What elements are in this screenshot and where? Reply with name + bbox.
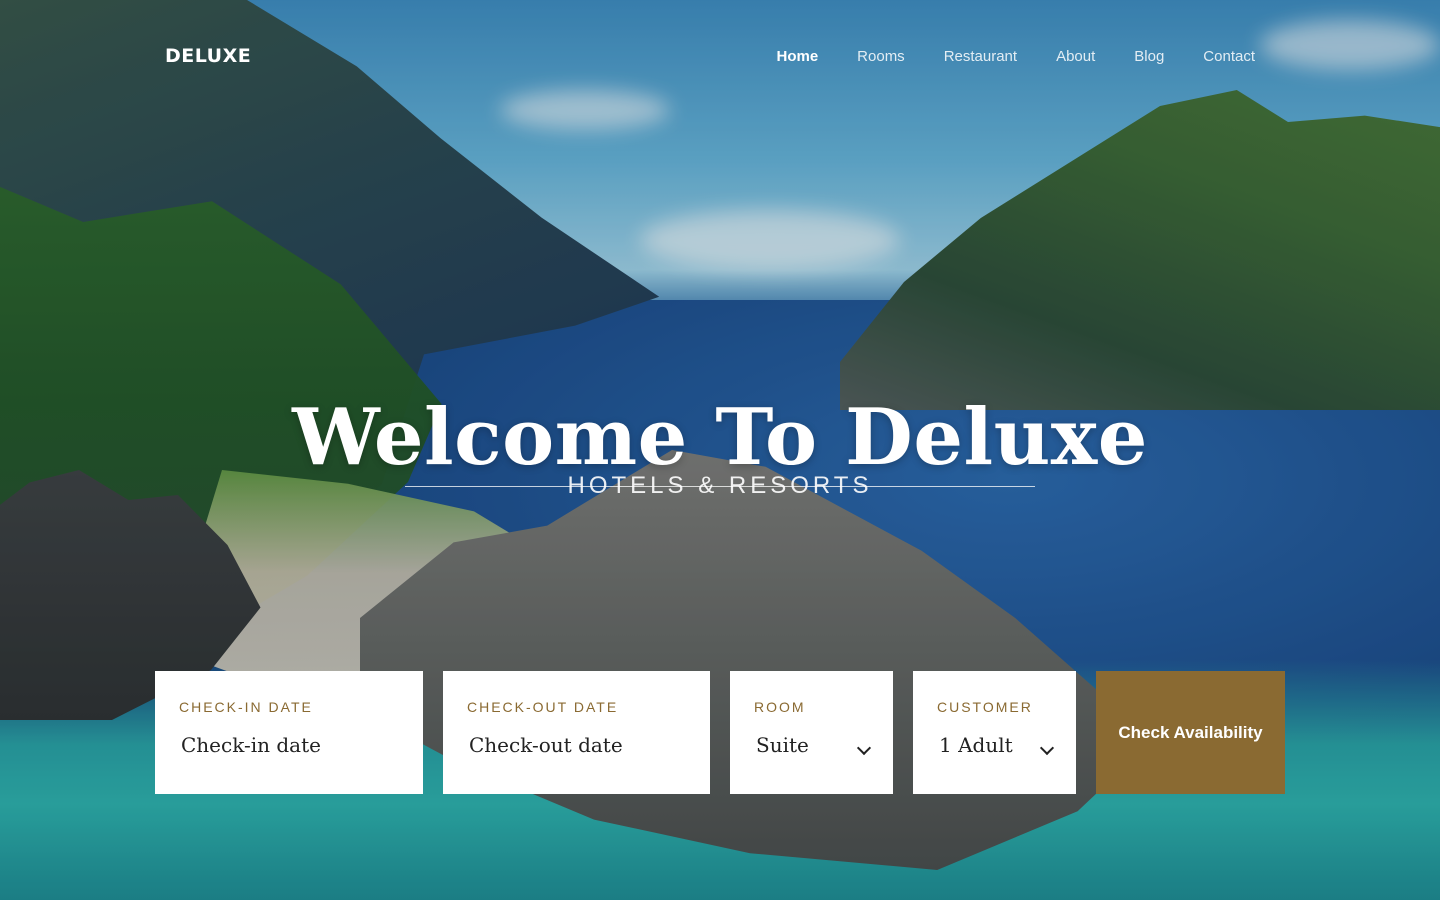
nav-item-contact[interactable]: Contact — [1203, 48, 1255, 65]
room-select-value: Suite — [756, 733, 809, 757]
navbar: DELUXE Home Rooms Restaurant About Blog … — [165, 36, 1255, 76]
checkin-label: CHECK-IN DATE — [179, 699, 313, 715]
check-availability-button[interactable]: Check Availability — [1096, 671, 1285, 794]
nav-item-blog[interactable]: Blog — [1134, 48, 1164, 65]
checkin-input[interactable] — [179, 733, 403, 757]
brand-logo[interactable]: DELUXE — [165, 45, 251, 67]
nav-item-home[interactable]: Home — [776, 48, 818, 65]
customer-label: CUSTOMER — [937, 699, 1033, 715]
main-nav: Home Rooms Restaurant About Blog Contact — [737, 48, 1255, 65]
checkout-label: CHECK-OUT DATE — [467, 699, 619, 715]
hero-subtitle: HOTELS & RESORTS — [567, 472, 873, 499]
nav-item-restaurant[interactable]: Restaurant — [944, 48, 1017, 65]
booking-form: CHECK-IN DATE CHECK-OUT DATE ROOM Suite … — [155, 671, 1285, 794]
room-label: ROOM — [754, 699, 806, 715]
hero-subtitle-wrap: HOTELS & RESORTS — [405, 468, 1035, 504]
customer-select[interactable]: CUSTOMER 1 Adult — [913, 671, 1076, 794]
nav-item-about[interactable]: About — [1056, 48, 1095, 65]
nav-item-rooms[interactable]: Rooms — [857, 48, 905, 65]
room-select[interactable]: ROOM Suite — [730, 671, 893, 794]
customer-select-value: 1 Adult — [939, 733, 1013, 757]
checkout-field: CHECK-OUT DATE — [443, 671, 710, 794]
checkin-field: CHECK-IN DATE — [155, 671, 423, 794]
checkout-input[interactable] — [467, 733, 690, 757]
